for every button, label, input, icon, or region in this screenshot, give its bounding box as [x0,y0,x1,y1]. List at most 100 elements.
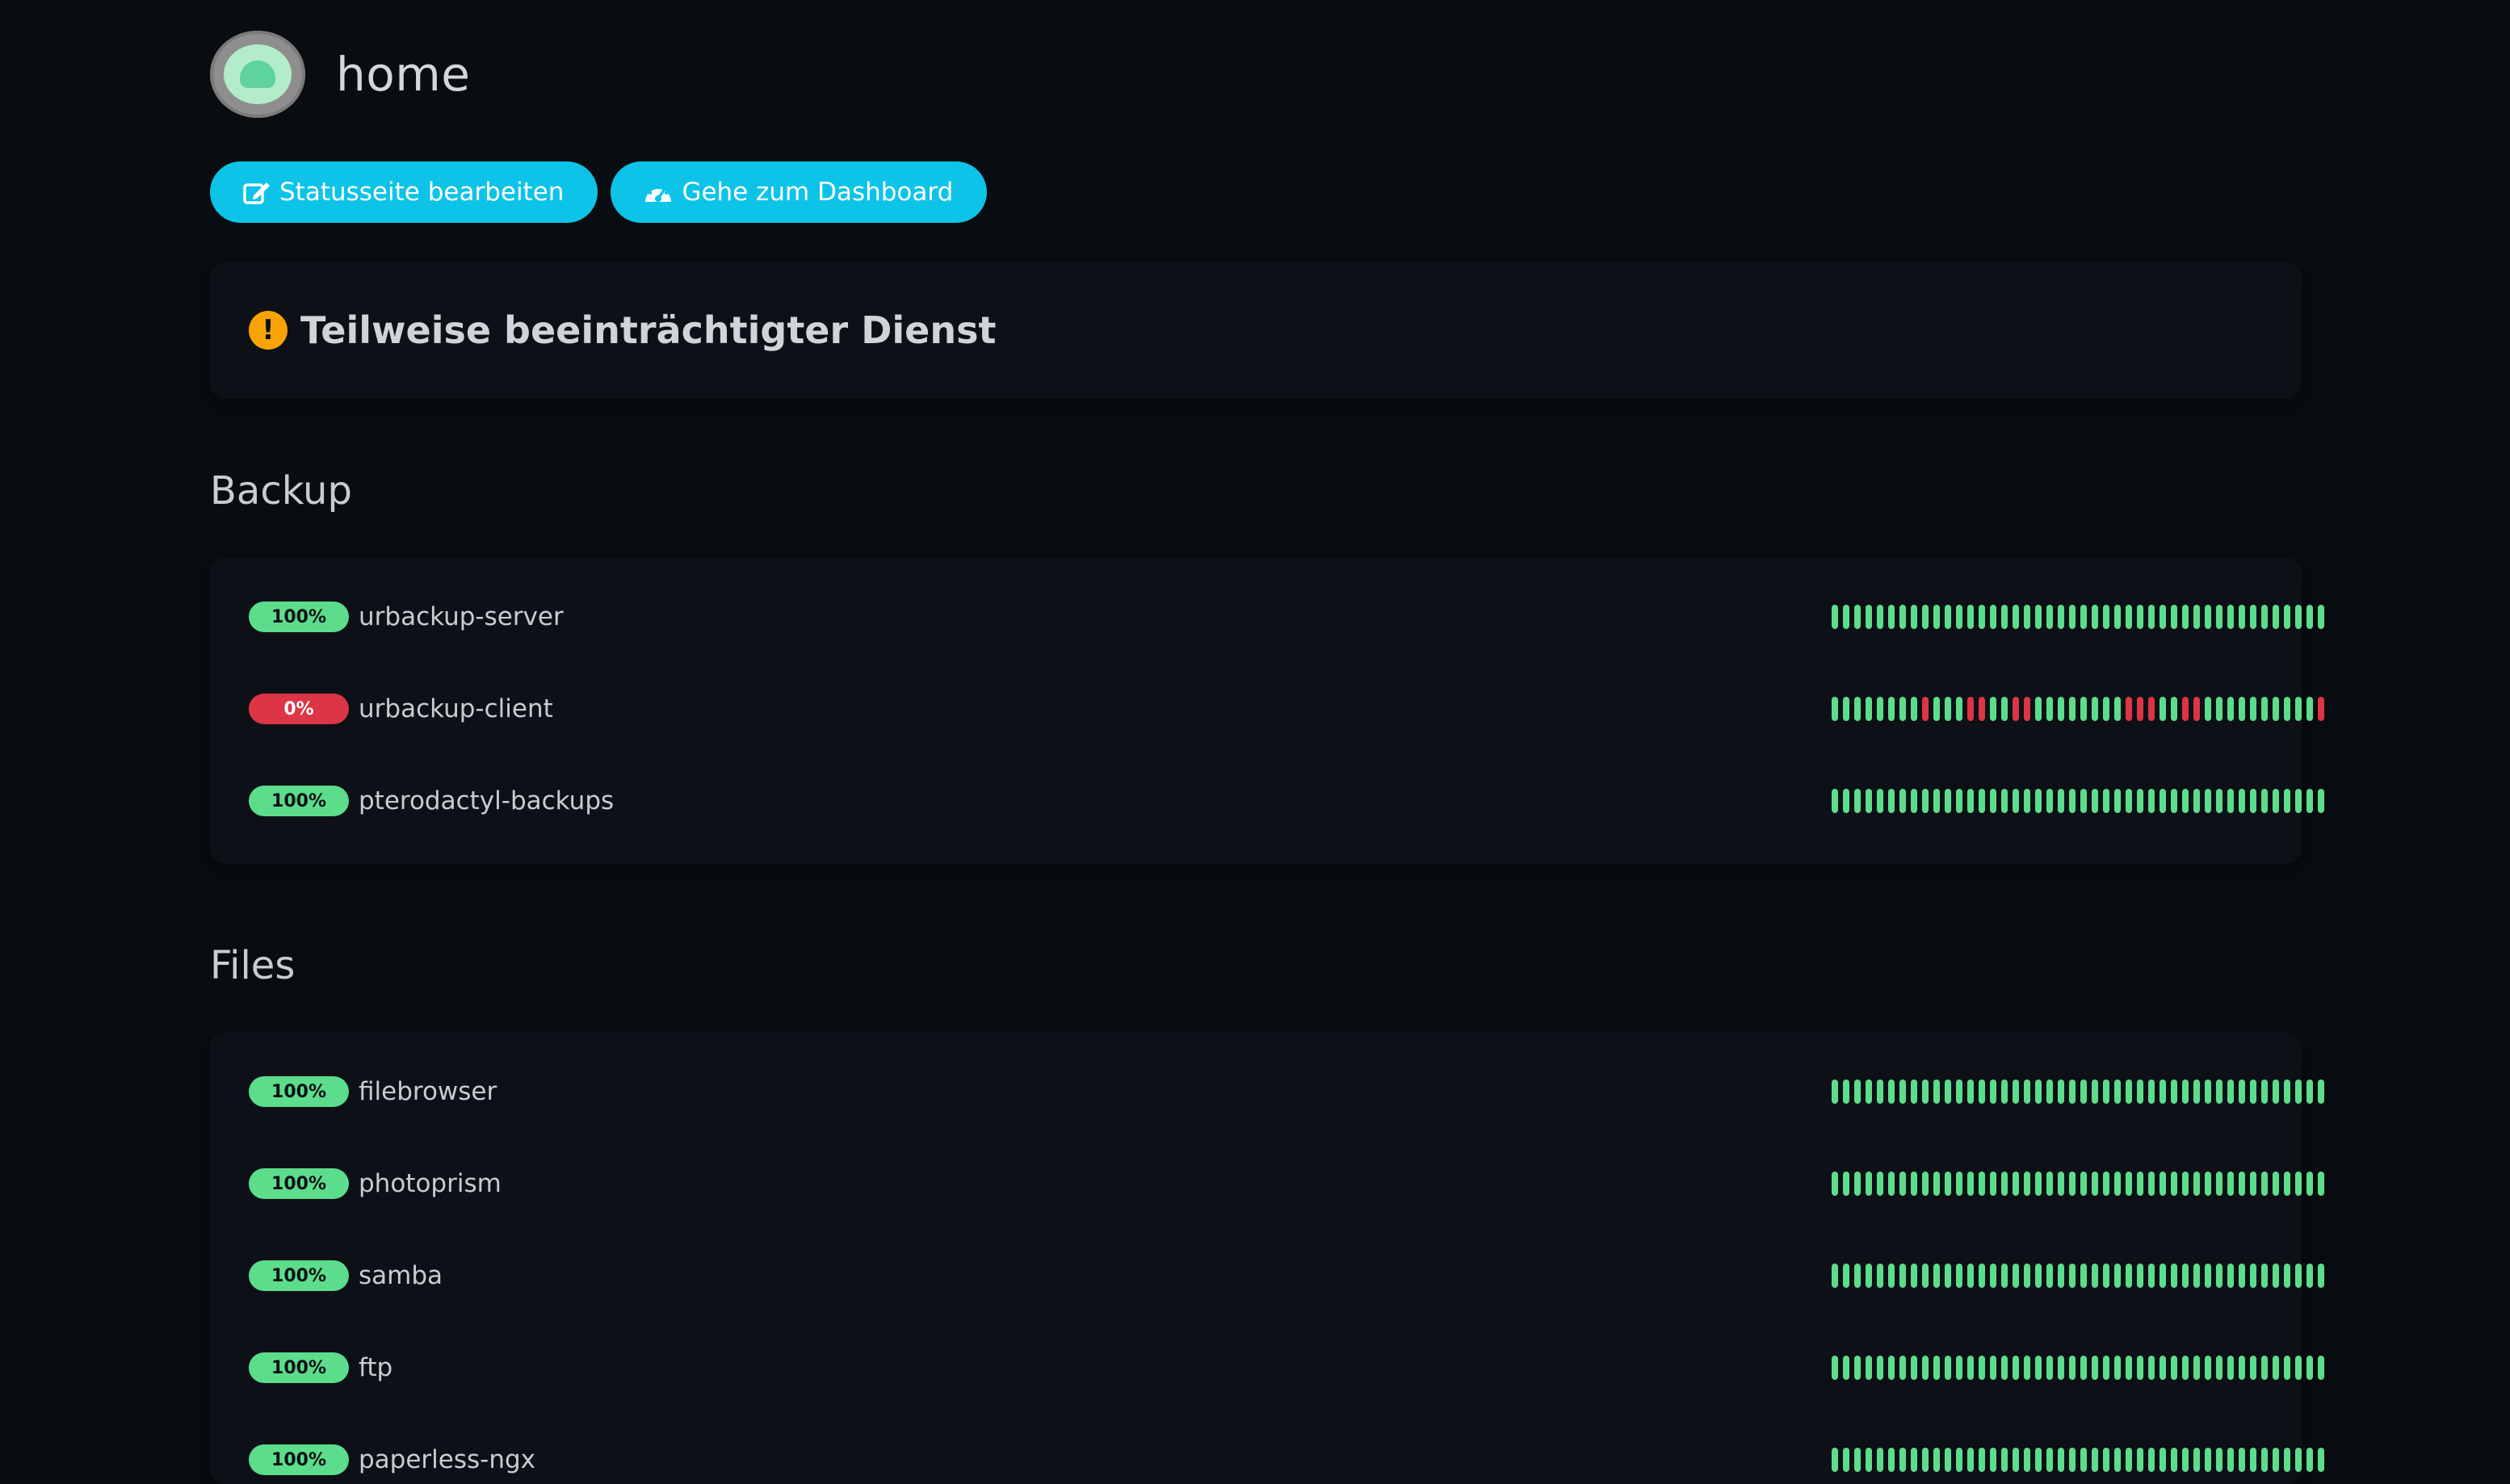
heartbeat-down[interactable] [2013,697,2019,721]
heartbeat-up[interactable] [2126,1356,2132,1380]
heartbeat-up[interactable] [1899,605,1906,629]
heartbeat-up[interactable] [2250,1079,2256,1104]
heartbeat-up[interactable] [2046,1172,2053,1196]
heartbeat-up[interactable] [2216,1356,2222,1380]
heartbeat-up[interactable] [2103,1448,2109,1472]
heartbeat-up[interactable] [2295,1172,2302,1196]
heartbeat-up[interactable] [1899,1172,1906,1196]
heartbeat-up[interactable] [1933,1079,1940,1104]
heartbeat-up[interactable] [2114,1356,2121,1380]
heartbeat-up[interactable] [2137,605,2143,629]
heartbeat-up[interactable] [2216,1264,2222,1288]
heartbeat-up[interactable] [2137,1448,2143,1472]
heartbeat-up[interactable] [2227,789,2234,813]
heartbeat-up[interactable] [1911,1356,1917,1380]
heartbeat-up[interactable] [1866,1448,1872,1472]
heartbeat-up[interactable] [2035,1172,2042,1196]
monitor-row[interactable]: 100% filebrowser [249,1067,2324,1116]
heartbeat-up[interactable] [1990,605,1996,629]
heartbeat-up[interactable] [1888,1172,1895,1196]
heartbeat-up[interactable] [2182,1448,2189,1472]
heartbeat-up[interactable] [1956,1356,1962,1380]
heartbeat-up[interactable] [2193,605,2200,629]
heartbeat-up[interactable] [1843,1264,1849,1288]
heartbeat-up[interactable] [2306,1172,2313,1196]
heartbeat-up[interactable] [1979,605,1985,629]
heartbeat-up[interactable] [2046,697,2053,721]
heartbeat-up[interactable] [2193,1079,2200,1104]
heartbeat-up[interactable] [2273,605,2279,629]
heartbeat-down[interactable] [2148,697,2155,721]
heartbeat-up[interactable] [2160,605,2166,629]
heartbeat-up[interactable] [1832,1079,1838,1104]
heartbeat-up[interactable] [2092,1172,2098,1196]
heartbeat-up[interactable] [2227,1356,2234,1380]
heartbeat-up[interactable] [2318,789,2324,813]
heartbeat-up[interactable] [2024,1079,2030,1104]
heartbeat-up[interactable] [1877,1172,1883,1196]
heartbeat-up[interactable] [1933,1172,1940,1196]
heartbeat-up[interactable] [2080,789,2087,813]
heartbeat-up[interactable] [1967,789,1974,813]
heartbeat-up[interactable] [2205,605,2211,629]
heartbeat-up[interactable] [2013,1172,2019,1196]
heartbeat-up[interactable] [2001,697,2008,721]
heartbeat-up[interactable] [2193,1172,2200,1196]
heartbeat-up[interactable] [2035,1079,2042,1104]
heartbeat-up[interactable] [2306,1079,2313,1104]
heartbeat-up[interactable] [1854,1264,1861,1288]
heartbeat-up[interactable] [2046,789,2053,813]
heartbeat-up[interactable] [1877,605,1883,629]
heartbeat-down[interactable] [2182,697,2189,721]
heartbeat-up[interactable] [2284,605,2290,629]
heartbeat-up[interactable] [2295,1079,2302,1104]
heartbeat-up[interactable] [2182,605,2189,629]
heartbeat-up[interactable] [2250,697,2256,721]
heartbeat-up[interactable] [2114,789,2121,813]
heartbeat-up[interactable] [2239,1356,2245,1380]
heartbeat-up[interactable] [1956,605,1962,629]
heartbeat-up[interactable] [2193,789,2200,813]
heartbeat-up[interactable] [1843,1172,1849,1196]
heartbeat-up[interactable] [2148,789,2155,813]
heartbeat-up[interactable] [1990,1264,1996,1288]
heartbeat-up[interactable] [2001,1448,2008,1472]
heartbeat-up[interactable] [2114,1264,2121,1288]
heartbeat-up[interactable] [2205,1079,2211,1104]
heartbeat-up[interactable] [2001,789,2008,813]
heartbeat-up[interactable] [2114,605,2121,629]
heartbeat-up[interactable] [2216,1079,2222,1104]
heartbeat-up[interactable] [2035,789,2042,813]
heartbeat-up[interactable] [2295,1356,2302,1380]
heartbeat-up[interactable] [2092,605,2098,629]
heartbeat-up[interactable] [2035,1264,2042,1288]
heartbeat-up[interactable] [2137,789,2143,813]
heartbeat-up[interactable] [2182,1172,2189,1196]
heartbeat-up[interactable] [1877,789,1883,813]
heartbeat-up[interactable] [1888,1448,1895,1472]
heartbeat-up[interactable] [2058,605,2064,629]
heartbeat-up[interactable] [1945,1356,1951,1380]
heartbeat-up[interactable] [1979,789,1985,813]
heartbeat-up[interactable] [2273,697,2279,721]
go-to-dashboard-button[interactable]: Gehe zum Dashboard [611,161,988,223]
heartbeat-up[interactable] [1866,697,1872,721]
heartbeat-up[interactable] [2306,1356,2313,1380]
heartbeat-up[interactable] [2001,605,2008,629]
heartbeat-up[interactable] [1956,789,1962,813]
heartbeat-up[interactable] [2216,605,2222,629]
heartbeat-up[interactable] [2250,1172,2256,1196]
heartbeat-up[interactable] [2160,1079,2166,1104]
heartbeat-up[interactable] [2160,1172,2166,1196]
heartbeat-up[interactable] [2261,1079,2268,1104]
heartbeat-up[interactable] [2013,1356,2019,1380]
heartbeat-up[interactable] [2103,789,2109,813]
heartbeat-up[interactable] [2024,1172,2030,1196]
edit-status-page-button[interactable]: Statusseite bearbeiten [210,161,598,223]
heartbeat-up[interactable] [2001,1356,2008,1380]
heartbeat-up[interactable] [2148,1172,2155,1196]
heartbeat-up[interactable] [1933,605,1940,629]
heartbeat-up[interactable] [2216,1448,2222,1472]
heartbeat-up[interactable] [2092,697,2098,721]
heartbeat-up[interactable] [1945,1264,1951,1288]
